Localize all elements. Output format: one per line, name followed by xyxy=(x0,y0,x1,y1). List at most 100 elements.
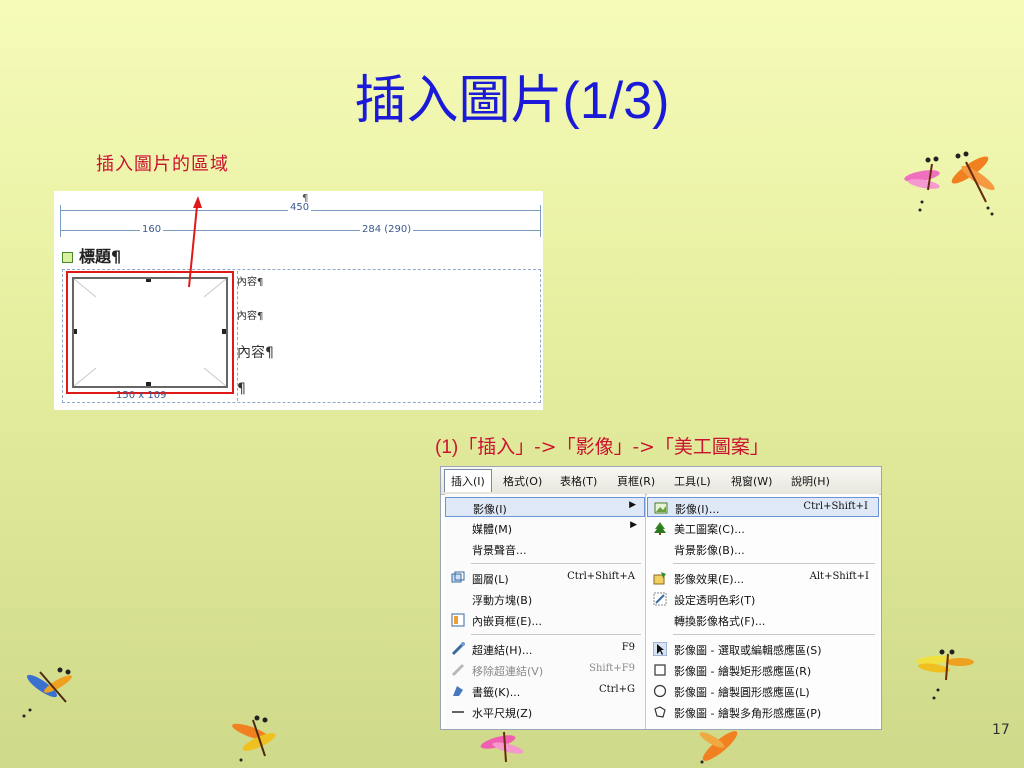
menu-window[interactable]: 視窗(W) xyxy=(731,473,772,489)
menu-bar: 插入(I) 格式(O) 表格(T) 頁框(R) 工具(L) 視窗(W) 說明(H… xyxy=(441,467,881,495)
slide-title: 插入圖片(1/3) xyxy=(0,58,1024,133)
menu-item-label: 超連結(H)... xyxy=(472,644,533,657)
content-text-3[interactable]: 內容¶ xyxy=(237,342,274,362)
menu-item-label: 美工圖案(C)... xyxy=(674,523,745,536)
submenu-item-background-image[interactable]: 背景影像(B)... xyxy=(647,539,879,559)
menu-item-label: 影像(I)... xyxy=(675,503,720,516)
menu-item-hyperlink[interactable]: 超連結(H)... F9 xyxy=(445,639,645,659)
image-submenu: 影像(I)... Ctrl+Shift+I 美工圖案(C)... 背景影像(B)… xyxy=(647,494,879,729)
dragonfly-icon xyxy=(916,649,974,700)
layer-icon xyxy=(451,571,465,583)
menu-table[interactable]: 表格(T) xyxy=(560,473,597,489)
horizontal-rule-icon xyxy=(452,711,464,713)
insert-dropdown: 影像(I) ▶ 媒體(M) ▶ 背景聲音... 圖層(L) Ctrl+Shift… xyxy=(445,494,646,729)
submenu-item-polygon-hotspot[interactable]: 影像圖 - 繪製多角形感應區(P) xyxy=(647,702,879,722)
submenu-item-image-effects[interactable]: 影像效果(E)... Alt+Shift+I xyxy=(647,568,879,588)
pointer-icon xyxy=(653,642,667,656)
menu-item-floating-box[interactable]: 浮動方塊(B) xyxy=(445,589,645,609)
menu-item-label: 轉換影像格式(F)... xyxy=(674,615,766,628)
menu-insert[interactable]: 插入(I) xyxy=(444,469,492,492)
menu-item-shortcut: Ctrl+Shift+A xyxy=(567,571,635,582)
submenu-item-transparent-color[interactable]: 設定透明色彩(T) xyxy=(647,589,879,609)
menu-frame[interactable]: 頁框(R) xyxy=(617,473,655,489)
menu-item-image[interactable]: 影像(I) ▶ xyxy=(445,497,645,517)
menu-item-label: 影像效果(E)... xyxy=(674,573,745,586)
menu-item-shortcut: Alt+Shift+I xyxy=(809,571,869,582)
menu-item-label: 設定透明色彩(T) xyxy=(674,594,756,607)
slide-title-suffix: (1/3) xyxy=(562,72,670,130)
submenu-item-clip-art[interactable]: 美工圖案(C)... xyxy=(647,518,879,538)
menu-item-label: 圖層(L) xyxy=(472,573,509,586)
submenu-item-circle-hotspot[interactable]: 影像圖 - 繪製圓形感應區(L) xyxy=(647,681,879,701)
table-width-label: 450 xyxy=(288,202,312,213)
rectangle-icon xyxy=(654,664,666,676)
left-column-width: 160 xyxy=(140,224,164,235)
submenu-item-rect-hotspot[interactable]: 影像圖 - 繪製矩形感應區(R) xyxy=(647,660,879,680)
submenu-item-select-hotspot[interactable]: 影像圖 - 選取或編輯感應區(S) xyxy=(647,639,879,659)
circle-icon xyxy=(653,684,667,698)
step-instruction: (1)「插入」->「影像」->「美工圖案」 xyxy=(435,432,769,459)
submenu-item-convert-format[interactable]: 轉換影像格式(F)... xyxy=(647,610,879,630)
insert-menu-screenshot: 插入(I) 格式(O) 表格(T) 頁框(R) 工具(L) 視窗(W) 說明(H… xyxy=(440,466,882,730)
menu-item-label: 浮動方塊(B) xyxy=(472,594,533,607)
right-column-width: 284 (290) xyxy=(360,224,414,235)
image-effects-icon xyxy=(653,572,666,585)
menu-item-bookmark[interactable]: 書籤(K)... Ctrl+G xyxy=(445,681,645,701)
menu-item-label: 移除超連結(V) xyxy=(472,665,544,678)
heading-row[interactable]: 標題¶ xyxy=(62,243,121,267)
dragonfly-icon xyxy=(699,731,738,764)
heading-text: 標題¶ xyxy=(79,247,122,266)
menu-item-shortcut: Ctrl+Shift+I xyxy=(803,501,868,512)
menu-item-label: 背景聲音... xyxy=(472,544,527,557)
page-number: 17 xyxy=(992,722,1010,738)
column-width-ruler: 160 284 (290) xyxy=(60,224,541,235)
slide-title-text: 插入圖片 xyxy=(354,71,563,131)
image-placeholder[interactable] xyxy=(66,271,234,394)
content-column xyxy=(237,271,538,401)
submenu-item-image[interactable]: 影像(I)... Ctrl+Shift+I xyxy=(647,497,879,517)
image-frame xyxy=(72,277,228,388)
clip-art-icon xyxy=(654,522,666,535)
menu-item-inline-frame[interactable]: 內嵌頁框(E)... xyxy=(445,610,645,630)
transparent-color-icon xyxy=(653,592,667,606)
dragonfly-icon xyxy=(904,151,995,216)
menu-item-label: 書籤(K)... xyxy=(472,686,521,699)
menu-item-background-sound[interactable]: 背景聲音... xyxy=(445,539,645,559)
menu-item-media[interactable]: 媒體(M) ▶ xyxy=(445,518,645,538)
polygon-icon xyxy=(654,706,666,718)
submenu-arrow-icon: ▶ xyxy=(630,520,637,530)
menu-item-label: 媒體(M) xyxy=(472,523,513,536)
image-size-label: 150 x 109 xyxy=(116,390,167,401)
editor-screenshot: ¶ 450 160 284 (290) 標題¶ 150 x 109 內容¶ 內容… xyxy=(54,191,543,410)
menu-separator xyxy=(471,563,641,564)
menu-item-remove-hyperlink: 移除超連結(V) Shift+F9 xyxy=(445,660,645,680)
menu-item-label: 影像圖 - 選取或編輯感應區(S) xyxy=(674,644,822,657)
menu-item-shortcut: Shift+F9 xyxy=(589,663,635,674)
menu-item-label: 背景影像(B)... xyxy=(674,544,745,557)
menu-format[interactable]: 格式(O) xyxy=(503,473,542,489)
menu-item-layer[interactable]: 圖層(L) Ctrl+Shift+A xyxy=(445,568,645,588)
menu-item-label: 影像圖 - 繪製圓形感應區(L) xyxy=(674,686,810,699)
menu-tools[interactable]: 工具(L) xyxy=(674,473,711,489)
table-width-ruler: 450 xyxy=(60,202,541,223)
dragonfly-icon xyxy=(232,715,276,762)
menu-separator xyxy=(471,634,641,635)
expand-toggle-icon[interactable] xyxy=(62,252,73,263)
step-number: (1) xyxy=(435,437,459,458)
menu-separator xyxy=(673,634,875,635)
menu-item-shortcut: Ctrl+G xyxy=(598,684,635,695)
content-text-1[interactable]: 內容¶ xyxy=(237,273,263,288)
content-text-2[interactable]: 內容¶ xyxy=(237,307,263,322)
menu-item-horizontal-rule[interactable]: 水平尺規(Z) xyxy=(445,702,645,722)
menu-item-label: 水平尺規(Z) xyxy=(472,707,533,720)
insert-area-annotation: 插入圖片的區域 xyxy=(96,154,229,175)
dragonfly-icon xyxy=(480,731,524,763)
menu-item-label: 影像圖 - 繪製多角形感應區(P) xyxy=(674,707,822,720)
step-text: 「插入」->「影像」->「美工圖案」 xyxy=(458,436,769,458)
submenu-arrow-icon: ▶ xyxy=(629,500,636,510)
inline-frame-icon xyxy=(451,613,465,627)
menu-help[interactable]: 說明(H) xyxy=(791,473,830,489)
remove-hyperlink-icon xyxy=(451,663,465,677)
dragonfly-icon xyxy=(22,667,72,718)
image-icon xyxy=(654,502,668,514)
